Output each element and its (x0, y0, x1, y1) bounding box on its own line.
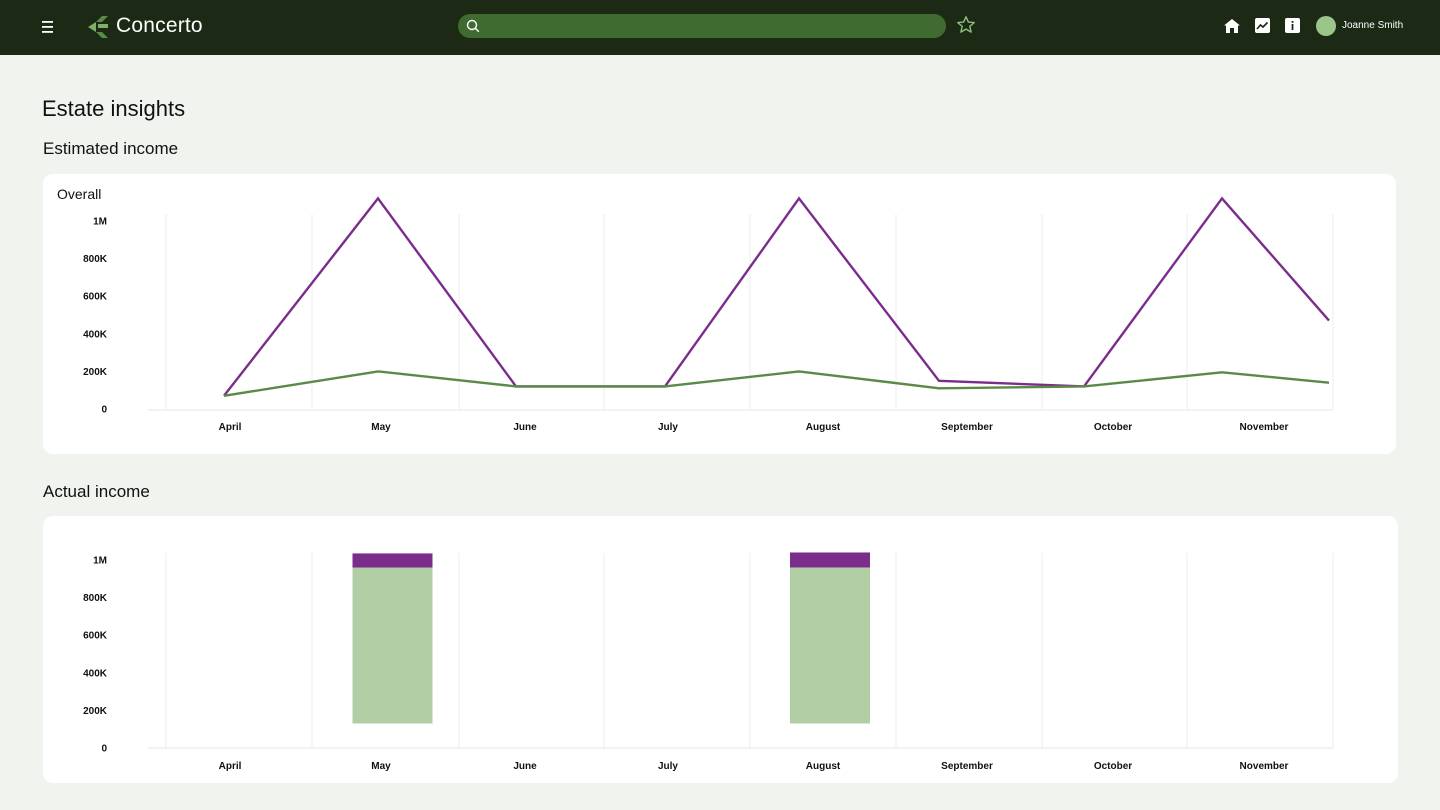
user-name[interactable]: Joanne Smith (1342, 20, 1403, 31)
y-tick-label: 1M (93, 556, 107, 567)
x-tick-label: April (219, 422, 242, 433)
menu-icon (42, 21, 53, 33)
y-tick-label: 1M (93, 217, 107, 228)
y-tick-label: 400K (83, 329, 108, 340)
y-tick-label: 800K (83, 593, 108, 604)
y-tick-label: 400K (83, 668, 108, 679)
search-input[interactable] (486, 14, 936, 38)
y-tick-label: 200K (83, 367, 108, 378)
actual-income-card: 0 200K 400K 600K 800K 1M April May June July Augus… (43, 516, 1398, 783)
x-tick-label: September (941, 761, 993, 772)
avatar[interactable] (1316, 16, 1336, 36)
home-button[interactable] (1223, 17, 1241, 35)
search-icon (466, 19, 480, 33)
x-tick-label: May (371, 422, 391, 433)
menu-button[interactable] (38, 16, 60, 38)
logo-icon (88, 16, 108, 38)
home-icon (1224, 19, 1240, 33)
estimated-income-chart: 0 200K 400K 600K 800K 1M April May June July Augus… (83, 196, 1334, 433)
app-logo[interactable]: Concerto (86, 14, 203, 38)
bar-august-segment-2 (790, 552, 870, 568)
estimated-series-1-line (223, 196, 1330, 397)
y-tick-label: 800K (83, 254, 108, 265)
estimated-income-card: Overall 0 200K 400K 600K 800K 1M April May June J… (43, 174, 1396, 454)
x-tick-label: August (806, 422, 841, 433)
x-tick-label: October (1094, 422, 1132, 433)
analytics-button[interactable] (1254, 17, 1272, 35)
y-tick-label: 0 (101, 744, 107, 755)
y-tick-label: 200K (83, 706, 108, 717)
y-tick-label: 0 (101, 405, 107, 416)
x-tick-label: November (1240, 761, 1289, 772)
x-tick-label: April (219, 761, 242, 772)
search-bar[interactable] (458, 14, 946, 38)
actual-income-chart: 0 200K 400K 600K 800K 1M April May June July Augus… (83, 552, 1334, 772)
info-icon (1285, 18, 1300, 33)
x-tick-label: July (658, 761, 678, 772)
bar-may-segment-1 (352, 567, 433, 724)
x-tick-label: June (513, 422, 537, 433)
estimated-series-2-line (223, 370, 1330, 397)
bar-august-segment-1 (790, 567, 870, 724)
top-bar: Concerto Joanne Smith (0, 0, 1440, 55)
x-tick-label: November (1240, 422, 1289, 433)
y-tick-label: 600K (83, 631, 108, 642)
star-icon (957, 16, 975, 33)
x-tick-label: June (513, 761, 537, 772)
info-button[interactable] (1284, 17, 1302, 35)
x-tick-label: October (1094, 761, 1132, 772)
estimated-income-title: Estimated income (43, 139, 179, 158)
bar-may-segment-2 (352, 553, 433, 568)
page-title: Estate insights (42, 96, 186, 121)
favorite-button[interactable] (956, 15, 978, 37)
analytics-icon (1255, 18, 1270, 33)
x-tick-label: September (941, 422, 993, 433)
x-tick-label: May (371, 761, 391, 772)
x-tick-label: August (806, 761, 841, 772)
app-name: Concerto (116, 14, 203, 37)
actual-income-title: Actual income (43, 482, 150, 501)
y-tick-label: 600K (83, 292, 108, 303)
x-tick-label: July (658, 422, 678, 433)
